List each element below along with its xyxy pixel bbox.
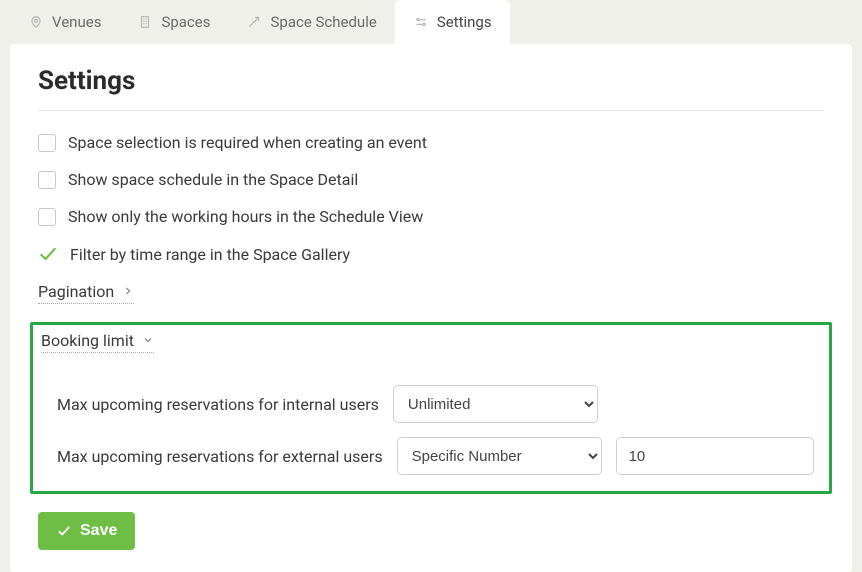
option-filter-time-range[interactable]: Filter by time range in the Space Galler…: [38, 244, 824, 264]
sliders-icon: [413, 14, 429, 30]
tab-bar: Venues Spaces Space Schedule Settings: [0, 0, 862, 44]
tab-space-schedule[interactable]: Space Schedule: [228, 0, 394, 44]
building-icon: [137, 14, 153, 30]
tab-venues[interactable]: Venues: [10, 0, 119, 44]
booking-limit-highlight: Booking limit Max upcoming reservations …: [30, 322, 832, 494]
chevron-down-icon: [142, 331, 154, 350]
option-label: Show space schedule in the Space Detail: [68, 170, 358, 189]
save-button[interactable]: Save: [38, 512, 135, 550]
option-label: Filter by time range in the Space Galler…: [70, 245, 350, 264]
section-label-text: Pagination: [38, 282, 114, 301]
tab-label: Settings: [437, 13, 492, 31]
section-pagination[interactable]: Pagination: [38, 282, 134, 304]
wand-icon: [246, 14, 262, 30]
option-label: Show only the working hours in the Sched…: [68, 207, 423, 226]
checkbox-icon[interactable]: [38, 171, 56, 189]
tab-label: Space Schedule: [270, 13, 376, 31]
field-internal-users: Max upcoming reservations for internal u…: [57, 385, 823, 423]
option-working-hours-only[interactable]: Show only the working hours in the Sched…: [38, 207, 824, 226]
tab-spaces[interactable]: Spaces: [119, 0, 228, 44]
external-limit-select[interactable]: UnlimitedSpecific Number: [397, 437, 602, 475]
option-show-space-schedule[interactable]: Show space schedule in the Space Detail: [38, 170, 824, 189]
save-button-label: Save: [80, 522, 117, 540]
page-title: Settings: [38, 66, 824, 111]
field-external-users: Max upcoming reservations for external u…: [57, 437, 823, 475]
pin-icon: [28, 14, 44, 30]
settings-panel: Settings Space selection is required whe…: [10, 44, 852, 572]
section-booking-limit[interactable]: Booking limit: [41, 331, 154, 353]
check-icon: [38, 244, 58, 264]
external-limit-number[interactable]: [616, 437, 814, 475]
section-label-text: Booking limit: [41, 331, 134, 350]
option-space-selection[interactable]: Space selection is required when creatin…: [38, 133, 824, 152]
field-label: Max upcoming reservations for external u…: [57, 447, 383, 466]
checkbox-icon[interactable]: [38, 134, 56, 152]
field-label: Max upcoming reservations for internal u…: [57, 395, 379, 414]
option-label: Space selection is required when creatin…: [68, 133, 427, 152]
check-icon: [56, 524, 72, 538]
chevron-right-icon: [122, 282, 134, 301]
tab-label: Spaces: [161, 13, 210, 31]
tab-label: Venues: [52, 13, 101, 31]
internal-limit-select[interactable]: UnlimitedSpecific Number: [393, 385, 598, 423]
checkbox-icon[interactable]: [38, 208, 56, 226]
tab-settings[interactable]: Settings: [395, 0, 510, 44]
